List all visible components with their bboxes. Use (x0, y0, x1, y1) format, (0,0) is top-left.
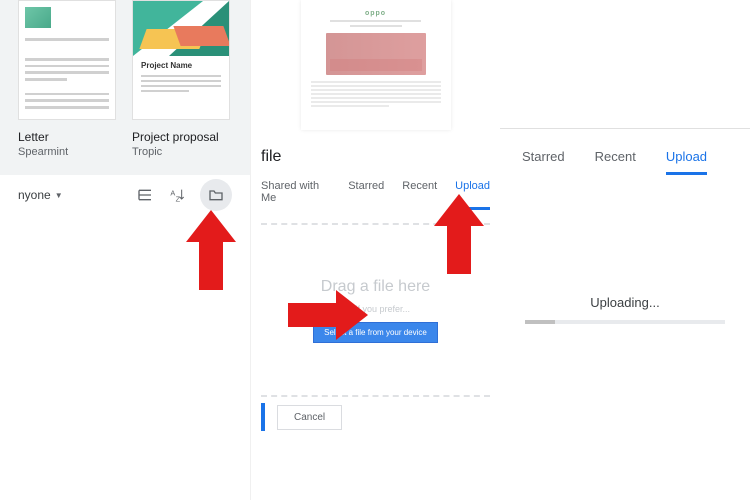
owner-filter-label: nyone (18, 188, 51, 202)
cancel-button[interactable]: Cancel (277, 405, 342, 430)
tab-starred[interactable]: Starred (348, 174, 384, 210)
owner-filter-dropdown[interactable]: nyone ▼ (18, 188, 63, 202)
toolbar: nyone ▼ AZ (0, 175, 250, 215)
template-title: Project proposal (132, 130, 230, 144)
template-card-proposal[interactable]: Project Name Project proposal Tropic (132, 0, 230, 158)
svg-text:Z: Z (176, 195, 181, 203)
tab-upload[interactable]: Upload (666, 149, 707, 175)
template-thumb (18, 0, 116, 120)
list-view-icon[interactable] (136, 186, 154, 204)
annotation-arrow-2 (434, 194, 484, 274)
template-subtitle: Spearmint (18, 146, 116, 158)
template-subtitle: Tropic (132, 146, 230, 158)
doc-photo (326, 33, 426, 75)
doc-logo: oppo (311, 10, 441, 17)
template-thumb: Project Name (132, 0, 230, 120)
annotation-arrow-3 (288, 290, 368, 340)
tab-recent[interactable]: Recent (402, 174, 437, 210)
template-gallery: Letter Spearmint Project Name Project pr… (0, 0, 250, 200)
toolbar-icons: AZ (136, 179, 232, 211)
dialog-tabs: Starred Recent Upload (500, 129, 750, 175)
tab-starred[interactable]: Starred (522, 149, 565, 175)
template-row: Letter Spearmint Project Name Project pr… (0, 0, 250, 158)
thumb-project-name: Project Name (141, 61, 192, 70)
dialog-bottom-bar: Cancel (261, 399, 490, 435)
upload-progress-bar (525, 320, 725, 324)
svg-text:A: A (170, 189, 175, 198)
dialog-title: file (251, 130, 500, 174)
template-title: Letter (18, 130, 116, 144)
chevron-down-icon: ▼ (55, 191, 63, 200)
uploading-panel: Starred Recent Upload Uploading... (500, 0, 750, 500)
open-file-picker-icon[interactable] (200, 179, 232, 211)
annotation-arrow-1 (186, 210, 236, 290)
tab-recent[interactable]: Recent (595, 149, 636, 175)
uploading-status: Uploading... (500, 295, 750, 310)
accent-bar (261, 403, 265, 431)
sort-az-icon[interactable]: AZ (168, 186, 186, 204)
doc-preview-thumb: oppo (301, 0, 451, 130)
template-card-letter[interactable]: Letter Spearmint (18, 0, 116, 158)
tab-shared-with-me[interactable]: Shared with Me (261, 174, 330, 210)
